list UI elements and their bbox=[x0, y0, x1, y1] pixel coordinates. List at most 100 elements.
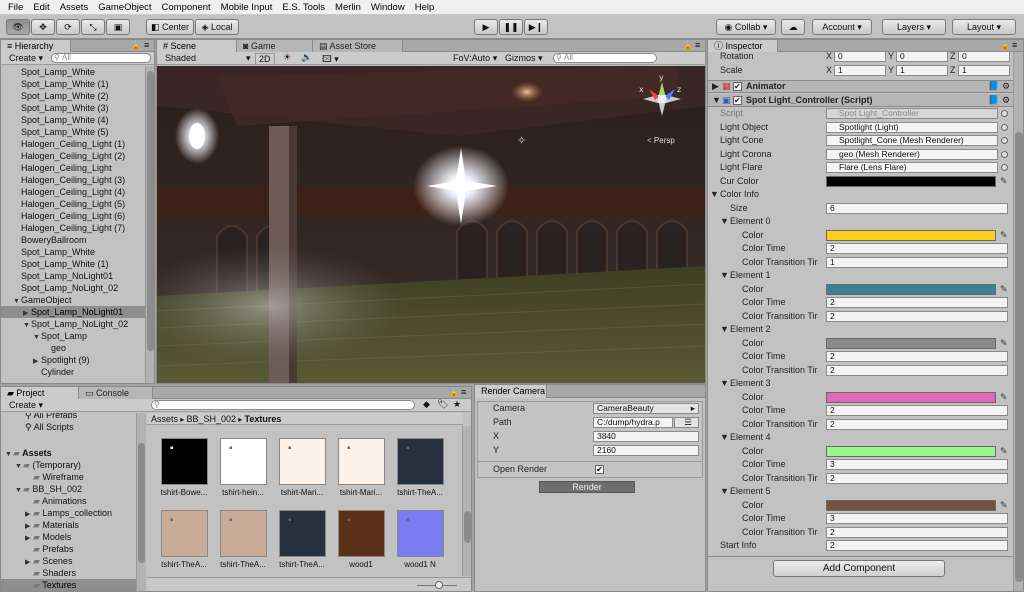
hierarchy-search-input[interactable]: ⚲ All bbox=[51, 53, 151, 63]
menu-icon[interactable]: ≡ bbox=[461, 387, 466, 397]
hierarchy-item[interactable]: Spot_Lamp_NoLight_02 bbox=[1, 282, 145, 294]
scrollbar-knob[interactable] bbox=[147, 71, 154, 351]
sun-icon[interactable]: ☀ bbox=[283, 52, 291, 63]
lock-icon[interactable]: 🔒 bbox=[1000, 41, 1010, 50]
account-dropdown[interactable]: Account ▾ bbox=[812, 19, 872, 35]
orientation-gizmo[interactable]: y x z < Persp bbox=[637, 72, 687, 145]
asset-thumbnail[interactable]: ▪ bbox=[220, 510, 267, 557]
thumbnail-size-slider-knob[interactable] bbox=[435, 581, 443, 589]
open-render-checkbox[interactable]: ✔ bbox=[595, 465, 604, 474]
size-field[interactable]: 6 bbox=[826, 202, 1008, 214]
element-color-swatch[interactable] bbox=[826, 499, 996, 511]
toggle-2d-button[interactable]: 2D bbox=[255, 53, 275, 65]
start-info-field[interactable]: 2 bbox=[826, 540, 1008, 551]
filter-type-icon[interactable]: ◆ bbox=[423, 399, 430, 410]
breadcrumb-item[interactable]: BB_SH_002 bbox=[186, 414, 236, 424]
element-color-time-field[interactable]: 2 bbox=[826, 297, 1008, 308]
element-color-swatch[interactable] bbox=[826, 229, 996, 241]
object-picker-icon[interactable] bbox=[1001, 150, 1008, 158]
scrollbar-knob[interactable] bbox=[138, 443, 145, 563]
menu-merlin[interactable]: Merlin bbox=[330, 2, 366, 13]
menu-edit[interactable]: Edit bbox=[28, 2, 54, 13]
create-button[interactable]: Create ▾ bbox=[9, 53, 43, 64]
object-picker-icon[interactable] bbox=[1001, 137, 1008, 144]
rotation-y-field[interactable]: 0 bbox=[896, 52, 948, 62]
element-color-time-field[interactable]: 3 bbox=[826, 513, 1008, 524]
hierarchy-item[interactable]: Spot_Lamp_White (3) bbox=[1, 102, 145, 114]
project-folder-item[interactable]: ▰ Prefabs bbox=[1, 543, 136, 555]
hierarchy-item[interactable]: Spot_Lamp_White (1) bbox=[1, 258, 145, 270]
asset-grid-scrollbar[interactable] bbox=[462, 426, 471, 576]
hierarchy-item[interactable]: ▶ Spotlight (9) bbox=[1, 354, 145, 366]
asset-thumbnail[interactable]: ▪ bbox=[397, 510, 444, 557]
tab-console[interactable]: ▭ Console bbox=[79, 387, 153, 399]
eyedropper-icon[interactable]: ✎ bbox=[1000, 230, 1010, 241]
hierarchy-scrollbar[interactable] bbox=[145, 66, 154, 383]
menu-assets[interactable]: Assets bbox=[55, 2, 94, 13]
scrollbar-knob[interactable] bbox=[464, 511, 471, 543]
element-color-swatch[interactable] bbox=[826, 283, 996, 295]
expand-arrow-down-icon[interactable]: ▼ bbox=[720, 432, 729, 443]
object-reference-field[interactable]: Spotlight (Light) bbox=[826, 121, 998, 133]
expand-arrow-down-icon[interactable]: ▼ bbox=[720, 216, 729, 227]
breadcrumb-item[interactable]: Textures bbox=[245, 414, 282, 424]
rect-tool-button[interactable]: ▣ bbox=[106, 19, 130, 35]
help-book-icon[interactable]: 📘 bbox=[988, 95, 999, 106]
menu-gameobject[interactable]: GameObject bbox=[93, 2, 156, 13]
asset-thumbnail[interactable]: ▪ bbox=[279, 438, 326, 485]
eyedropper-icon[interactable]: ✎ bbox=[1000, 392, 1010, 403]
expand-arrow-down-icon[interactable]: ▼ bbox=[712, 95, 721, 106]
eyedropper-icon[interactable]: ✎ bbox=[1000, 338, 1010, 349]
scale-x-field[interactable]: 1 bbox=[834, 65, 886, 76]
element-color-transition-field[interactable]: 2 bbox=[826, 310, 1008, 322]
favorite-star-icon[interactable]: ★ bbox=[453, 399, 461, 410]
project-create-button[interactable]: Create ▾ bbox=[9, 400, 43, 411]
component-settings-icon[interactable]: ⚙ bbox=[1002, 95, 1010, 106]
element-color-swatch[interactable] bbox=[826, 445, 996, 457]
menu-icon[interactable]: ≡ bbox=[695, 40, 700, 50]
fov-dropdown[interactable]: FoV:Auto ▾ bbox=[453, 53, 497, 64]
tab-hierarchy[interactable]: ≡ Hierarchy bbox=[1, 40, 71, 52]
view-tool-button[interactable]: 👁 bbox=[6, 19, 30, 35]
hierarchy-item[interactable]: geo bbox=[1, 342, 145, 354]
tab-asset-store[interactable]: ▤ Asset Store bbox=[313, 40, 403, 52]
project-folder-item[interactable]: ▰ Animations bbox=[1, 495, 136, 507]
menu-mobile-input[interactable]: Mobile Input bbox=[216, 2, 278, 13]
scale-z-field[interactable]: 1 bbox=[958, 65, 1010, 76]
menu-e-s-tools[interactable]: E.S. Tools bbox=[277, 2, 330, 13]
filter-label-icon[interactable]: 🏷 bbox=[437, 399, 448, 410]
pause-button[interactable]: ❚❚ bbox=[499, 19, 523, 35]
element-color-swatch[interactable] bbox=[826, 337, 996, 349]
gizmos-dropdown[interactable]: Gizmos ▾ bbox=[505, 53, 543, 64]
scene-search-input[interactable]: ⚲ All bbox=[553, 53, 657, 63]
step-button[interactable]: ▶❙ bbox=[524, 19, 548, 35]
hierarchy-item[interactable]: Spot_Lamp_White (1) bbox=[1, 78, 145, 90]
hierarchy-item[interactable]: Spot_Lamp_White (4) bbox=[1, 114, 145, 126]
lock-icon[interactable]: 🔒 bbox=[683, 41, 693, 50]
hierarchy-item[interactable]: Halogen_Ceiling_Light (2) bbox=[1, 150, 145, 162]
project-folder-item[interactable]: ▼▰ Assets bbox=[1, 447, 136, 459]
browse-path-button[interactable]: ☰ bbox=[674, 417, 699, 428]
collab-button[interactable]: ◉ Collab ▾ bbox=[716, 19, 776, 35]
eyedropper-icon[interactable]: ✎ bbox=[1000, 500, 1010, 511]
script-enabled-checkbox[interactable]: ✔ bbox=[733, 96, 742, 105]
element-color-time-field[interactable]: 2 bbox=[826, 243, 1008, 254]
element-color-time-field[interactable]: 2 bbox=[826, 351, 1008, 362]
lock-icon[interactable]: 🔒 bbox=[449, 388, 459, 397]
object-picker-icon[interactable] bbox=[1001, 164, 1008, 171]
element-color-time-field[interactable]: 3 bbox=[826, 459, 1008, 470]
expand-arrow-down-icon[interactable]: ▼ bbox=[720, 324, 729, 335]
hierarchy-item[interactable]: Spot_Lamp_White bbox=[1, 246, 145, 258]
element-color-transition-field[interactable]: 2 bbox=[826, 472, 1008, 484]
expand-arrow-down-icon[interactable]: ▼ bbox=[720, 270, 729, 281]
hierarchy-item[interactable]: Cylinder bbox=[1, 366, 145, 378]
menu-window[interactable]: Window bbox=[366, 2, 410, 13]
hierarchy-item[interactable]: Halogen_Ceiling_Light (5) bbox=[1, 198, 145, 210]
hierarchy-item[interactable]: ▼Spot_Lamp bbox=[1, 330, 145, 342]
asset-thumbnail[interactable]: ▪ bbox=[161, 438, 208, 485]
eyedropper-icon[interactable]: ✎ bbox=[1000, 284, 1010, 295]
rotate-tool-button[interactable]: ⟳ bbox=[56, 19, 80, 35]
hierarchy-item[interactable]: Halogen_Ceiling_Light (4) bbox=[1, 186, 145, 198]
hierarchy-item[interactable]: Halogen_Ceiling_Light bbox=[1, 162, 145, 174]
move-tool-button[interactable]: ✥ bbox=[31, 19, 55, 35]
